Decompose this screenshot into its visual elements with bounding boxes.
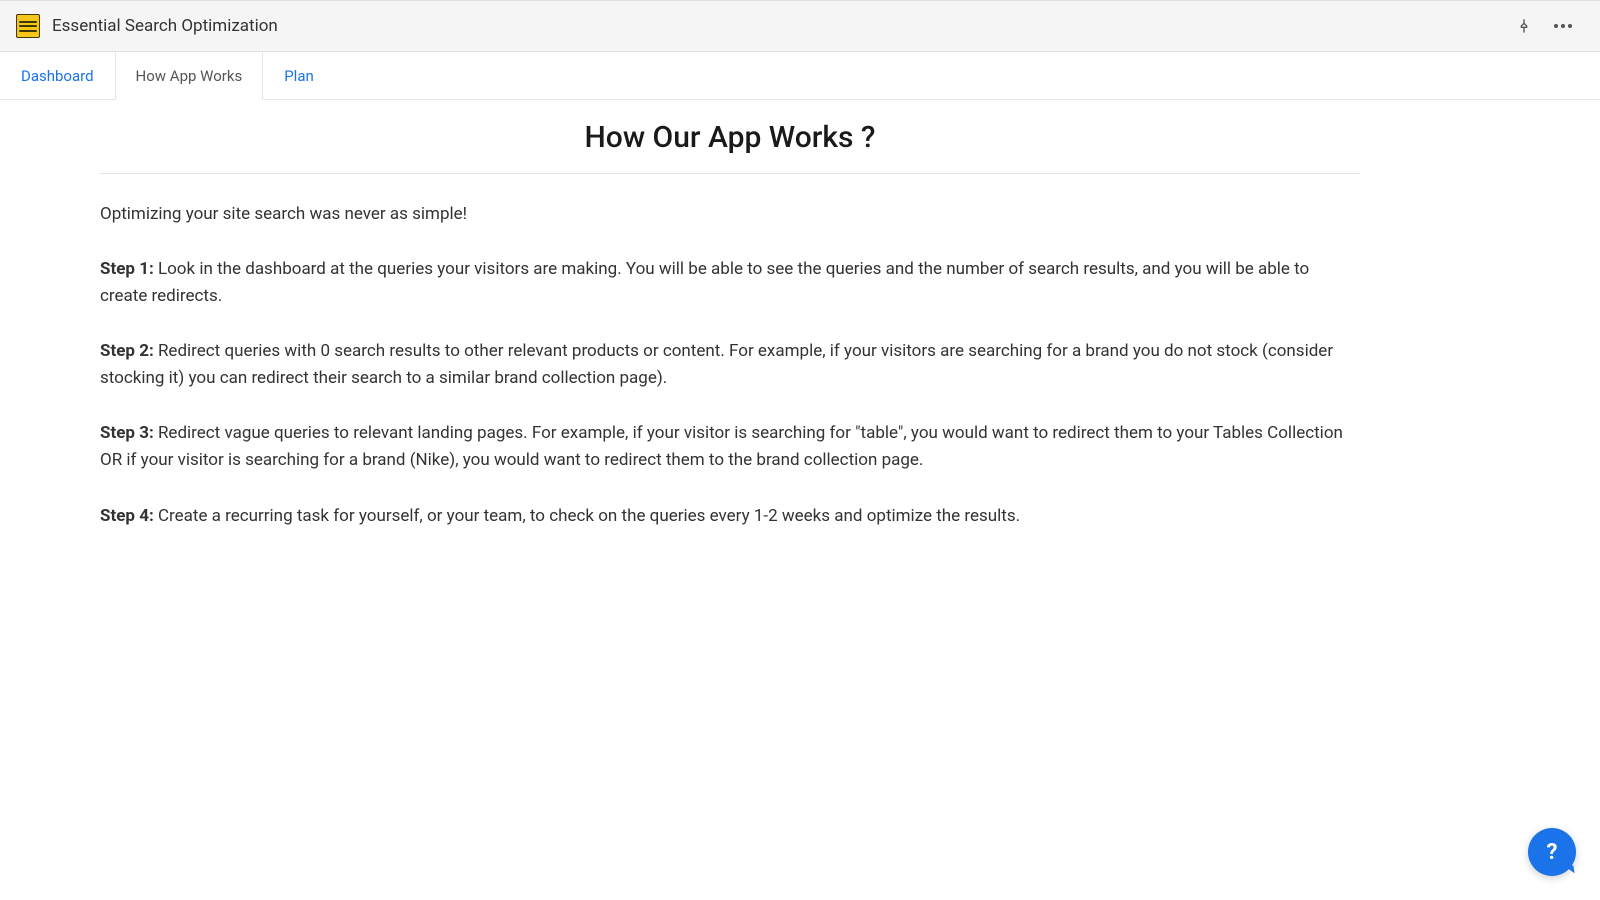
step-4-text: Create a recurring task for yourself, or…	[154, 506, 1020, 526]
app-title: Essential Search Optimization	[52, 16, 278, 36]
step-4: Step 4: Create a recurring task for your…	[100, 503, 1360, 530]
step-3-label: Step 3:	[100, 423, 154, 443]
step-2: Step 2: Redirect queries with 0 search r…	[100, 338, 1360, 392]
header-actions	[1516, 18, 1584, 34]
help-icon: ?	[1547, 840, 1558, 865]
tab-how-app-works[interactable]: How App Works	[115, 52, 264, 100]
help-chat-button[interactable]: ?	[1528, 828, 1576, 876]
app-logo-icon	[16, 14, 40, 38]
tab-dashboard[interactable]: Dashboard	[0, 52, 115, 99]
divider	[100, 173, 1360, 174]
pin-icon[interactable]	[1516, 18, 1532, 34]
step-1-text: Look in the dashboard at the queries you…	[100, 259, 1309, 306]
step-3-text: Redirect vague queries to relevant landi…	[100, 423, 1343, 470]
page-heading: How Our App Works ?	[100, 120, 1360, 155]
main-content: How Our App Works ? Optimizing your site…	[0, 100, 1460, 578]
more-menu-icon[interactable]	[1550, 20, 1576, 32]
step-2-label: Step 2:	[100, 341, 154, 361]
header-left: Essential Search Optimization	[16, 14, 278, 38]
app-header: Essential Search Optimization	[0, 0, 1600, 52]
tabs-bar: Dashboard How App Works Plan	[0, 52, 1600, 100]
step-4-label: Step 4:	[100, 506, 154, 526]
tab-plan[interactable]: Plan	[263, 52, 335, 99]
step-3: Step 3: Redirect vague queries to releva…	[100, 420, 1360, 474]
intro-text: Optimizing your site search was never as…	[100, 202, 1360, 228]
step-2-text: Redirect queries with 0 search results t…	[100, 341, 1333, 388]
step-1-label: Step 1:	[100, 259, 154, 279]
step-1: Step 1: Look in the dashboard at the que…	[100, 256, 1360, 310]
